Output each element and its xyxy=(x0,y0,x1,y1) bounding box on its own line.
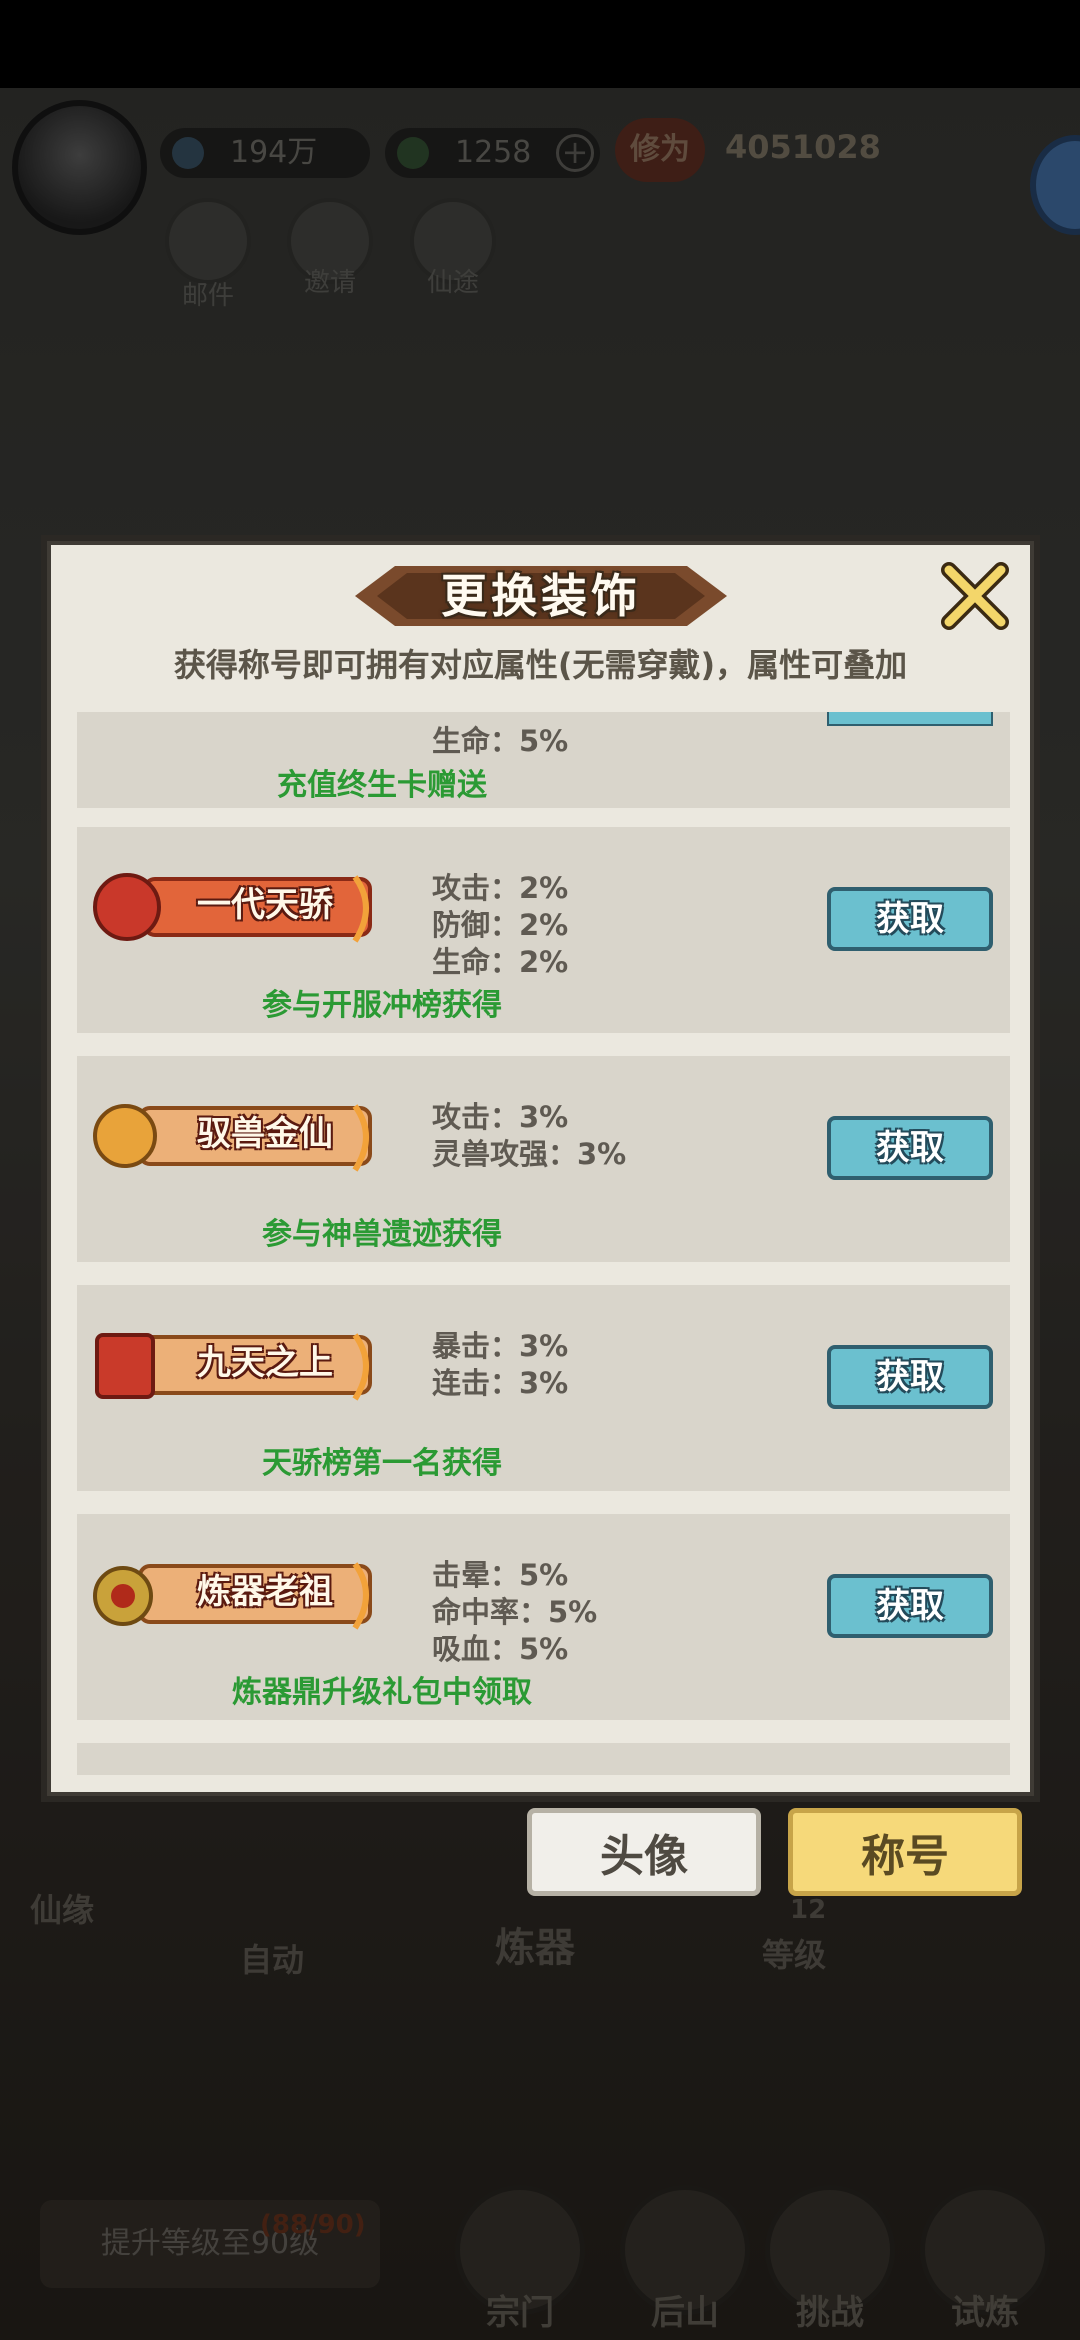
title-badge-2: 驭兽金仙 xyxy=(85,1096,385,1180)
list-item-title-1: 一代天骄 攻击：2% 防御：2% 生命：2% 参与开服冲榜获得 获取 xyxy=(77,827,1010,1033)
get-button-label: 获取 xyxy=(876,1586,944,1626)
get-button-label: 获取 xyxy=(876,1128,944,1168)
title-badge-4: 炼器老祖 xyxy=(85,1554,385,1638)
list-item-title-2: 驭兽金仙 攻击：3% 灵兽攻强：3% 参与神兽遗迹获得 获取 xyxy=(77,1056,1010,1262)
get-button-label: 获取 xyxy=(876,1357,944,1397)
get-button-label: 获取 xyxy=(876,899,944,939)
source-text: 充值终生卡赠送 xyxy=(277,768,487,803)
get-button[interactable]: 获取 xyxy=(827,887,993,951)
stat-line: 吸血：5% xyxy=(432,1632,569,1666)
badge-label: 九天之上 xyxy=(197,1343,333,1383)
get-button[interactable]: 获取 xyxy=(827,1116,993,1180)
list-item-title-4: 炼器老祖 击晕：5% 命中率：5% 吸血：5% 炼器鼎升级礼包中领取 获取 xyxy=(77,1514,1010,1720)
title-list[interactable]: 生命：5% 充值终生卡赠送 一代天骄 攻击：2% 防御：2% 生命：2% 参与开… xyxy=(72,712,1014,1775)
stat-line: 灵兽攻强：3% xyxy=(432,1137,627,1171)
stat-line: 攻击：3% xyxy=(432,1100,569,1134)
get-button[interactable]: 获取 xyxy=(827,1574,993,1638)
badge-label: 驭兽金仙 xyxy=(197,1114,333,1154)
stat-line: 防御：2% xyxy=(432,908,569,942)
stat-line: 连击：3% xyxy=(432,1366,569,1400)
get-button[interactable]: 获取 xyxy=(827,1345,993,1409)
close-icon xyxy=(941,562,1009,630)
source-text: 炼器鼎升级礼包中领取 xyxy=(232,1675,532,1710)
title-badge-1: 一代天骄 xyxy=(85,867,385,951)
tab-avatar[interactable]: 头像 xyxy=(527,1808,761,1896)
list-item-partial: 生命：5% 充值终生卡赠送 xyxy=(77,712,1010,808)
status-bar xyxy=(0,0,1080,88)
stat-line: 命中率：5% xyxy=(432,1595,598,1629)
stat-line: 击晕：5% xyxy=(432,1558,569,1592)
stat-line: 生命：5% xyxy=(432,724,569,758)
close-button[interactable] xyxy=(935,556,1015,636)
list-item-next xyxy=(77,1743,1010,1775)
source-text: 天骄榜第一名获得 xyxy=(262,1446,502,1481)
badge-label: 一代天骄 xyxy=(197,885,333,925)
tab-title[interactable]: 称号 xyxy=(788,1808,1022,1896)
stat-line: 生命：2% xyxy=(432,945,569,979)
dialog-title-banner: 更换装饰 xyxy=(355,561,727,631)
dialog-subtitle: 获得称号即可拥有对应属性(无需穿戴)，属性可叠加 xyxy=(173,646,908,684)
dialog-title: 更换装饰 xyxy=(441,569,641,623)
list-item-title-3: 九天之上 暴击：3% 连击：3% 天骄榜第一名获得 获取 xyxy=(77,1285,1010,1491)
source-text: 参与神兽遗迹获得 xyxy=(262,1217,502,1252)
stat-line: 攻击：2% xyxy=(432,871,569,905)
source-text: 参与开服冲榜获得 xyxy=(262,988,502,1023)
badge-label: 炼器老祖 xyxy=(197,1572,333,1612)
stat-line: 暴击：3% xyxy=(432,1329,569,1363)
title-badge-3: 九天之上 xyxy=(85,1325,385,1409)
get-button-partial[interactable] xyxy=(827,712,993,726)
